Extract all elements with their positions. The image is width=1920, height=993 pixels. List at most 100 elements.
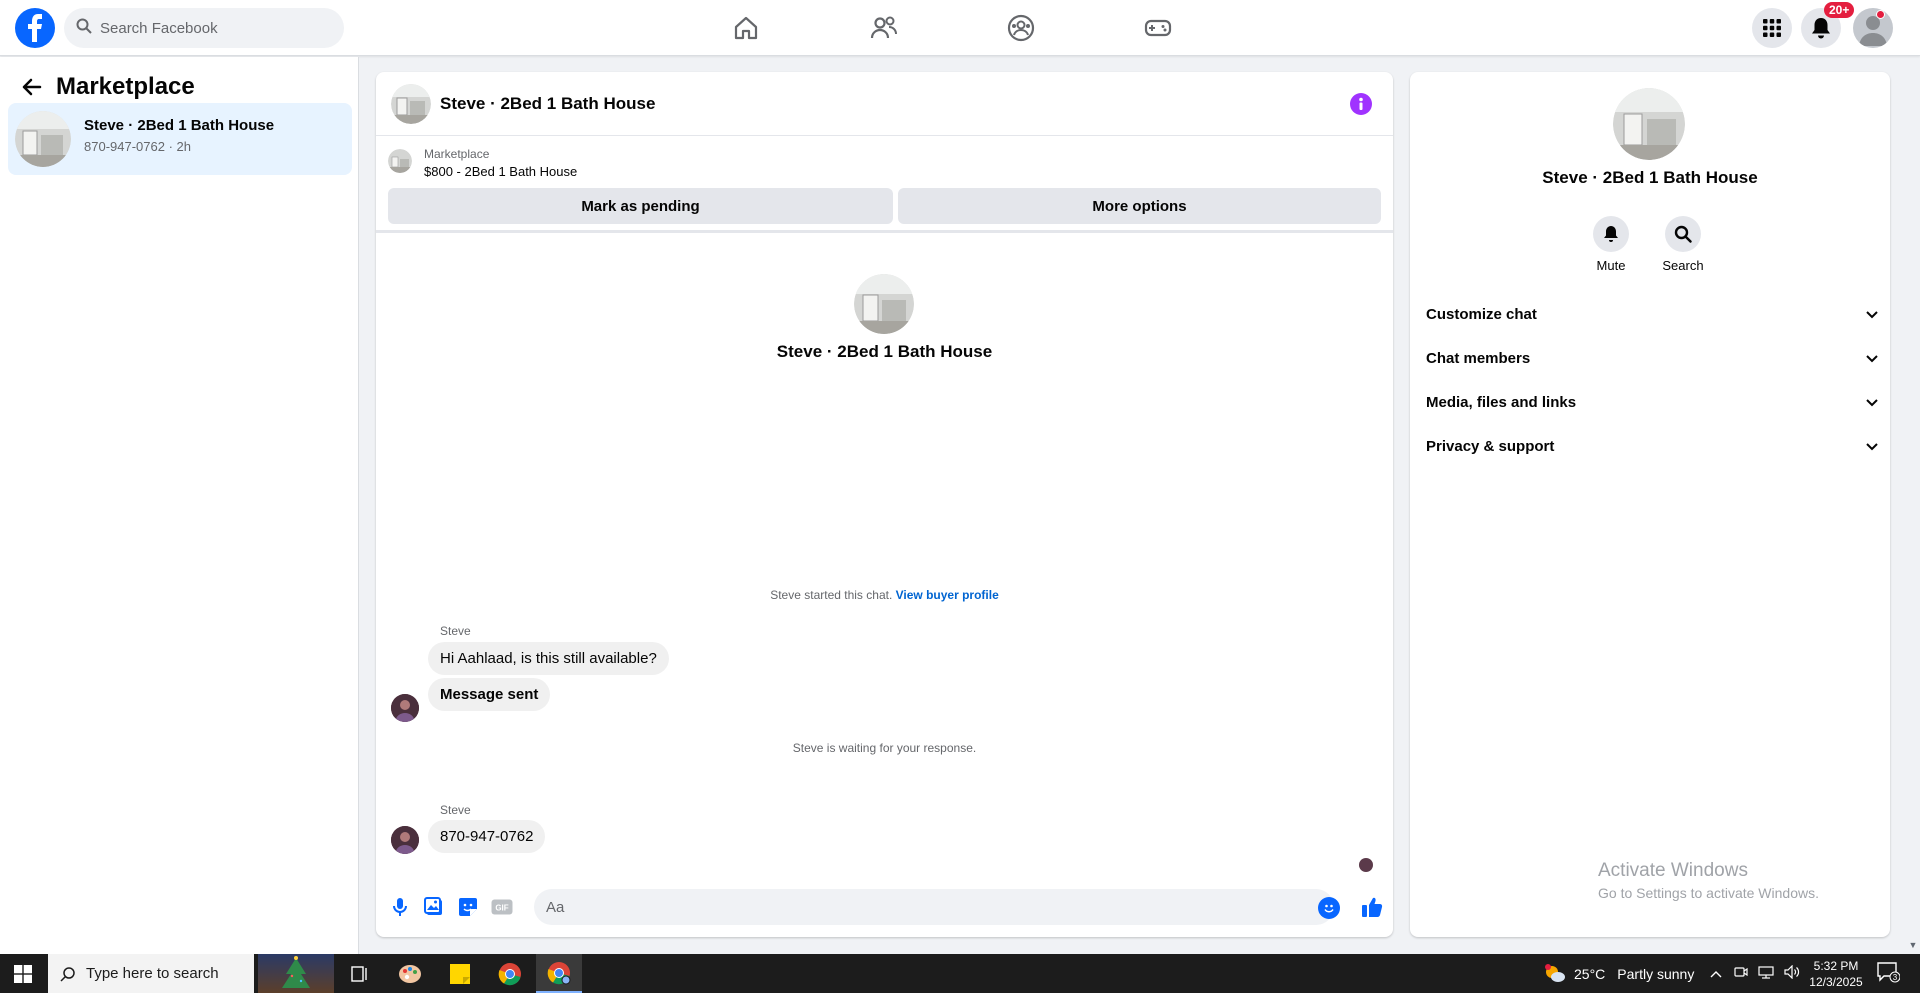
chevron-down-icon: [1866, 438, 1878, 455]
volume-icon[interactable]: [1784, 964, 1800, 982]
back-arrow-icon[interactable]: [14, 69, 50, 105]
windows-taskbar: Type here to search 25°C Partly sunny 5:…: [0, 954, 1920, 993]
details-profile-thumbnail[interactable]: [1613, 88, 1685, 160]
network-icon[interactable]: [1758, 965, 1774, 982]
sidebar-header: Marketplace: [14, 69, 195, 105]
search-highlight-image[interactable]: [258, 954, 334, 993]
facebook-logo-icon[interactable]: [15, 8, 55, 48]
search-icon: [60, 966, 75, 982]
conversation-name: Steve · 2Bed 1 Bath House: [84, 117, 275, 134]
listing-label: Marketplace: [424, 147, 490, 161]
weather-widget[interactable]: 25°C Partly sunny: [1544, 954, 1694, 993]
gif-icon[interactable]: GIF: [490, 895, 514, 919]
bell-icon: [1593, 216, 1629, 252]
meet-now-icon[interactable]: [1734, 965, 1748, 982]
chrome-profile-app-icon[interactable]: [536, 954, 582, 993]
conversation-subtitle: 870-947-0762 · 2h: [84, 139, 191, 154]
chat-title[interactable]: Steve · 2Bed 1 Bath House: [440, 94, 655, 114]
waiting-response-notice: Steve is waiting for your response.: [792, 741, 977, 755]
search-facebook-input[interactable]: Search Facebook: [64, 8, 344, 48]
message-sender-name: Steve: [440, 803, 471, 817]
page-title: Marketplace: [56, 73, 195, 100]
view-buyer-profile-link[interactable]: View buyer profile: [896, 588, 999, 602]
search-placeholder: Search Facebook: [100, 19, 218, 37]
info-icon[interactable]: [1350, 93, 1372, 115]
emoji-icon[interactable]: [1318, 897, 1340, 919]
taskbar-search-box[interactable]: Type here to search: [48, 954, 254, 993]
media-files-links-section[interactable]: Media, files and links: [1426, 382, 1878, 422]
gif-label: GIF: [495, 904, 508, 913]
friends-icon[interactable]: [868, 12, 900, 44]
section-label: Media, files and links: [1426, 393, 1577, 411]
search-icon: [1665, 216, 1701, 252]
taskbar-clock[interactable]: 5:32 PM 12/3/2025: [1808, 958, 1864, 990]
message-sender-name: Steve: [440, 624, 471, 638]
notifications-badge: 20+: [1824, 2, 1855, 18]
chevron-down-icon: [1866, 350, 1878, 367]
watermark-title: Activate Windows: [1598, 860, 1748, 881]
sticky-notes-icon[interactable]: [438, 954, 482, 993]
sticker-icon[interactable]: [456, 895, 480, 919]
tray-chevron-up-icon[interactable]: [1710, 966, 1722, 981]
search-in-chat-button[interactable]: Search: [1653, 216, 1713, 273]
mute-button[interactable]: Mute: [1581, 216, 1641, 273]
menu-grid-icon[interactable]: [1752, 8, 1792, 48]
action-center-icon[interactable]: 3: [1876, 961, 1901, 986]
chat-profile-thumbnail[interactable]: [854, 274, 914, 334]
chevron-down-icon: [1866, 306, 1878, 323]
listing-price-title[interactable]: $800 - 2Bed 1 Bath House: [424, 164, 577, 179]
message-composer[interactable]: [534, 889, 1334, 925]
gaming-icon[interactable]: [1142, 12, 1174, 44]
weather-condition: Partly sunny: [1617, 965, 1695, 982]
message-input[interactable]: [546, 889, 1286, 925]
chat-members-section[interactable]: Chat members: [1426, 338, 1878, 378]
chat-details-panel: Steve · 2Bed 1 Bath House Mute Search Cu…: [1410, 72, 1890, 937]
home-icon[interactable]: [730, 12, 762, 44]
groups-icon[interactable]: [1005, 12, 1037, 44]
watermark-subtitle: Go to Settings to activate Windows.: [1598, 885, 1819, 901]
system-tray: [1710, 954, 1800, 993]
conversation-item-steve[interactable]: Steve · 2Bed 1 Bath House 870-947-0762 ·…: [8, 103, 352, 175]
listing-small-thumbnail: [388, 149, 412, 173]
message-bubble[interactable]: 870-947-0762: [428, 820, 546, 853]
more-options-button[interactable]: More options: [898, 188, 1381, 224]
message-bubble[interactable]: Message sent: [428, 678, 551, 711]
read-receipt-avatar: [1359, 858, 1373, 872]
section-label: Privacy & support: [1426, 437, 1555, 455]
clock-time: 5:32 PM: [1813, 959, 1859, 973]
photo-attach-icon[interactable]: [422, 895, 446, 919]
top-navigation-bar: Search Facebook 20+: [0, 0, 1920, 56]
partly-sunny-icon: [1545, 963, 1565, 982]
chat-header: Steve · 2Bed 1 Bath House: [376, 72, 1393, 136]
section-label: Customize chat: [1426, 305, 1537, 323]
notification-count: 3: [1893, 973, 1898, 982]
mute-label: Mute: [1596, 258, 1626, 273]
weather-temperature: 25°C: [1574, 965, 1606, 982]
mark-as-pending-button[interactable]: Mark as pending: [388, 188, 893, 224]
message-bubble[interactable]: Hi Aahlaad, is this still available?: [428, 642, 669, 675]
windows-start-icon[interactable]: [0, 954, 46, 993]
sender-avatar[interactable]: [391, 694, 419, 722]
account-status-dot: [1876, 10, 1885, 19]
privacy-support-section[interactable]: Privacy & support: [1426, 426, 1878, 466]
microphone-icon[interactable]: [388, 895, 412, 919]
chat-panel: Steve · 2Bed 1 Bath House Marketplace $8…: [376, 72, 1393, 937]
listing-thumbnail: [15, 111, 71, 167]
customize-chat-section[interactable]: Customize chat: [1426, 294, 1878, 334]
account-avatar[interactable]: [1853, 8, 1893, 48]
search-label: Search: [1662, 258, 1704, 273]
clock-date: 12/3/2025: [1809, 975, 1863, 989]
chevron-down-icon: [1866, 394, 1878, 411]
activate-windows-watermark: Activate Windows Go to Settings to activ…: [1598, 860, 1819, 901]
chrome-app-icon[interactable]: [488, 954, 532, 993]
scroll-down-arrow-icon[interactable]: ▼: [1906, 940, 1920, 954]
marketplace-sidebar: Marketplace Steve · 2Bed 1 Bath House 87…: [0, 57, 359, 954]
paint-app-icon[interactable]: [388, 954, 432, 993]
task-view-icon[interactable]: [338, 954, 382, 993]
chat-header-thumbnail[interactable]: [391, 84, 431, 124]
chat-profile-name: Steve · 2Bed 1 Bath House: [776, 342, 993, 361]
chat-started-notice: Steve started this chat. View buyer prof…: [376, 588, 1393, 602]
thumbs-up-icon[interactable]: [1359, 894, 1385, 920]
sender-avatar[interactable]: [391, 826, 419, 854]
section-label: Chat members: [1426, 349, 1531, 367]
